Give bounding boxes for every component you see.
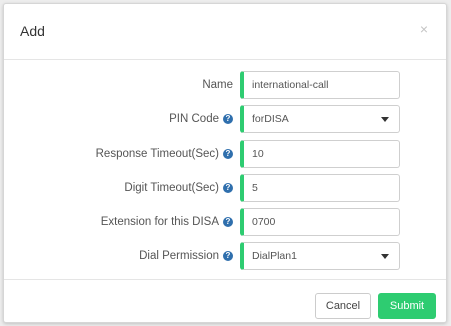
response-timeout-input[interactable]: 10 xyxy=(240,140,400,168)
response-timeout-label: Response Timeout(Sec) xyxy=(95,148,219,160)
dial-permission-value: DialPlan1 xyxy=(252,250,297,262)
dial-permission-select[interactable]: DialPlan1 xyxy=(240,242,400,270)
extension-input[interactable]: 0700 xyxy=(240,208,400,236)
dialog-footer: Cancel Submit xyxy=(4,279,446,323)
response-timeout-row: Response Timeout(Sec) ? 10 xyxy=(4,140,446,168)
name-input[interactable]: international-call xyxy=(240,71,400,99)
submit-button[interactable]: Submit xyxy=(378,293,436,319)
extension-label: Extension for this DISA xyxy=(100,216,219,228)
pin-code-label-wrap: PIN Code ? xyxy=(169,105,233,133)
dial-permission-label: Dial Permission xyxy=(139,250,219,262)
extension-row: Extension for this DISA ? 0700 xyxy=(4,208,446,236)
pin-code-label: PIN Code xyxy=(169,113,219,125)
name-label-wrap: Name xyxy=(202,71,233,99)
close-icon[interactable]: × xyxy=(416,21,432,37)
digit-timeout-row: Digit Timeout(Sec) ? 5 xyxy=(4,174,446,202)
response-timeout-label-wrap: Response Timeout(Sec) ? xyxy=(96,140,233,168)
caret-down-icon xyxy=(381,253,389,259)
dialog-title: Add xyxy=(20,23,45,39)
pin-code-value: forDISA xyxy=(252,113,289,125)
cancel-button[interactable]: Cancel xyxy=(315,293,371,319)
question-circle-icon[interactable]: ? xyxy=(223,251,233,261)
digit-timeout-value: 5 xyxy=(252,182,258,194)
name-label: Name xyxy=(202,79,233,91)
extension-label-wrap: Extension for this DISA ? xyxy=(101,208,233,236)
name-row: Name international-call xyxy=(4,71,446,99)
extension-value: 0700 xyxy=(252,216,276,228)
caret-down-icon xyxy=(381,116,389,122)
response-timeout-value: 10 xyxy=(252,148,264,160)
dialog-header: Add × xyxy=(4,4,446,60)
pin-code-row: PIN Code ? forDISA xyxy=(4,105,446,133)
question-circle-icon[interactable]: ? xyxy=(223,149,233,159)
digit-timeout-label: Digit Timeout(Sec) xyxy=(124,182,219,194)
digit-timeout-label-wrap: Digit Timeout(Sec) ? xyxy=(124,174,233,202)
add-dialog: Add × Name international-call PIN Code ?… xyxy=(3,3,447,323)
question-circle-icon[interactable]: ? xyxy=(223,217,233,227)
name-value: international-call xyxy=(252,79,329,91)
question-circle-icon[interactable]: ? xyxy=(223,114,233,124)
question-circle-icon[interactable]: ? xyxy=(223,183,233,193)
dial-permission-row: Dial Permission ? DialPlan1 xyxy=(4,242,446,270)
digit-timeout-input[interactable]: 5 xyxy=(240,174,400,202)
pin-code-select[interactable]: forDISA xyxy=(240,105,400,133)
dial-permission-label-wrap: Dial Permission ? xyxy=(139,242,233,270)
